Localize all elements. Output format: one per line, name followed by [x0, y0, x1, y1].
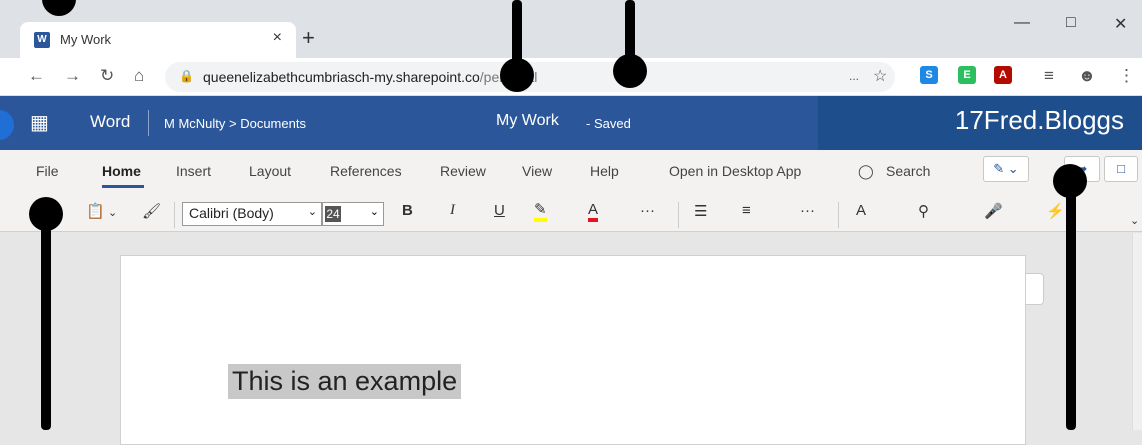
word-header: ▦ Word M McNulty > Documents My Work - S…: [0, 96, 1142, 150]
app-name[interactable]: Word: [90, 112, 130, 132]
font-name-select[interactable]: Calibri (Body) ⌄: [182, 202, 322, 226]
toolbar-divider: [174, 202, 175, 228]
document-title[interactable]: My Work: [496, 112, 559, 130]
url-main: queenelizabethcumbriasch-my.sharepoint.c…: [203, 69, 480, 85]
font-size-value: 24: [325, 206, 341, 222]
toolbar-divider: [838, 202, 839, 228]
extension-s-icon[interactable]: S: [920, 66, 938, 84]
font-name-value: Calibri (Body): [189, 205, 274, 221]
font-chevron-down-icon: ⌄: [307, 206, 317, 218]
format-painter-icon[interactable]: 🖌: [142, 202, 161, 220]
document-canvas: This is an example: [0, 233, 1142, 445]
size-chevron-down-icon: ⌄: [369, 206, 379, 218]
active-tab-indicator: [102, 185, 144, 188]
font-color-icon[interactable]: A: [588, 202, 599, 222]
reading-list-icon[interactable]: ≡: [1044, 66, 1054, 86]
tab-view[interactable]: View: [522, 163, 552, 179]
maximize-icon[interactable]: □: [1066, 14, 1076, 32]
side-tab[interactable]: [1026, 273, 1044, 305]
bookmark-star-icon[interactable]: ☆: [873, 66, 887, 86]
tab-review[interactable]: Review: [440, 163, 486, 179]
forward-icon[interactable]: →: [64, 66, 81, 86]
browser-tabstrip: W My Work × + — □ ✕: [0, 0, 1142, 60]
username: 17Fred.Bloggs: [954, 105, 1124, 135]
dictate-mic-icon[interactable]: 🎤: [984, 202, 1003, 220]
header-divider: [148, 110, 149, 136]
new-tab-button[interactable]: +: [302, 25, 315, 51]
comments-button[interactable]: □: [1104, 156, 1138, 182]
lightbulb-icon: ◯: [858, 163, 874, 179]
tab-close-icon[interactable]: ×: [273, 29, 282, 47]
bullets-icon[interactable]: ☰: [694, 202, 707, 220]
font-size-select[interactable]: 24 ⌄: [322, 202, 384, 226]
marker-dot: [613, 54, 647, 88]
save-status: - Saved: [586, 116, 631, 131]
browser-tab[interactable]: W My Work ×: [20, 22, 296, 58]
italic-button[interactable]: I: [450, 202, 455, 219]
profile-icon[interactable]: ☻: [1078, 66, 1096, 86]
reload-icon[interactable]: ↻: [100, 66, 114, 86]
vertical-scrollbar[interactable]: [1132, 233, 1142, 430]
more-format-button[interactable]: ···: [640, 202, 655, 219]
word-favicon-icon: W: [34, 32, 50, 48]
tab-layout[interactable]: Layout: [249, 163, 291, 179]
styles-icon[interactable]: A: [856, 202, 866, 219]
tab-title: My Work: [60, 32, 112, 47]
search-label[interactable]: Search: [886, 163, 930, 179]
tab-references[interactable]: References: [330, 163, 402, 179]
tab-help[interactable]: Help: [590, 163, 619, 179]
tab-home[interactable]: Home: [102, 163, 141, 179]
minimize-icon[interactable]: —: [1014, 14, 1030, 32]
tab-open-desktop[interactable]: Open in Desktop App: [669, 163, 801, 179]
evernote-icon[interactable]: E: [958, 66, 976, 84]
addr-more-icon[interactable]: ...: [849, 69, 859, 83]
close-window-icon[interactable]: ✕: [1114, 14, 1127, 34]
ribbon-collapse-icon[interactable]: ⌄: [1130, 214, 1139, 227]
url-text: queenelizabethcumbriasch-my.sharepoint.c…: [203, 69, 537, 85]
breadcrumb[interactable]: M McNulty > Documents: [164, 116, 306, 131]
paste-icon[interactable]: 📋: [86, 202, 105, 220]
document-text[interactable]: This is an example: [228, 364, 462, 399]
pdf-extension-icon[interactable]: A: [994, 66, 1012, 84]
lock-icon: 🔒: [179, 69, 194, 83]
highlight-color-icon[interactable]: ✎: [534, 202, 547, 222]
align-icon[interactable]: ≡: [742, 202, 751, 219]
editing-mode-button[interactable]: ✎ ⌄: [983, 156, 1029, 182]
home-icon[interactable]: ⌂: [134, 66, 144, 86]
toolbar-divider: [678, 202, 679, 228]
browser-menu-icon[interactable]: ⋮: [1118, 66, 1135, 86]
marker-dot: [500, 58, 534, 92]
bold-button[interactable]: B: [402, 202, 413, 219]
ribbon: File Home Insert Layout References Revie…: [0, 150, 1142, 232]
document-page[interactable]: This is an example: [120, 255, 1026, 445]
more-paragraph-button[interactable]: ···: [800, 202, 815, 219]
marker-pole: [41, 210, 51, 430]
find-icon[interactable]: ⚲: [918, 202, 929, 220]
app-launcher-icon[interactable]: ▦: [30, 110, 49, 135]
username-panel: 17Fred.Bloggs: [818, 96, 1142, 150]
paste-dropdown-icon[interactable]: ⌄: [108, 206, 117, 219]
editor-lightning-icon[interactable]: ⚡: [1046, 202, 1065, 220]
address-bar: ← → ↻ ⌂ 🔒 queenelizabethcumbriasch-my.sh…: [0, 58, 1142, 96]
marker-pole: [1066, 180, 1076, 430]
underline-button[interactable]: U: [494, 202, 505, 219]
tab-file[interactable]: File: [36, 163, 59, 179]
tab-insert[interactable]: Insert: [176, 163, 211, 179]
back-icon[interactable]: ←: [28, 66, 45, 86]
